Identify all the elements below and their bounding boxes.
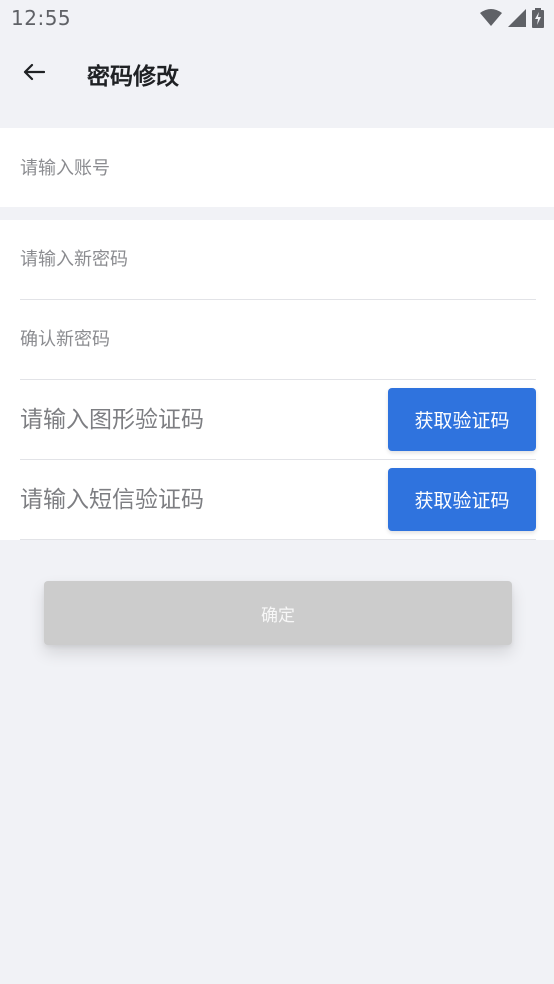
sms-code-row: 获取验证码 [20,460,536,540]
confirm-password-row [20,300,536,380]
status-time: 12:55 [11,6,72,30]
account-section [0,128,554,207]
status-bar: 12:55 [0,0,554,38]
wifi-icon [480,9,502,31]
get-sms-code-button[interactable]: 获取验证码 [388,468,536,531]
new-password-input[interactable] [20,239,360,280]
app-bar: 密码修改 [0,38,554,110]
confirm-password-input[interactable] [20,319,360,360]
image-code-input[interactable] [20,399,360,440]
image-code-row: 获取验证码 [20,380,536,460]
signal-icon [508,9,526,31]
page-title: 密码修改 [87,64,179,90]
confirm-button[interactable]: 确定 [44,581,512,645]
password-section: 获取验证码 获取验证码 [0,220,554,540]
account-row [20,128,536,208]
new-password-row [20,220,536,300]
account-input[interactable] [20,148,360,188]
sms-code-input[interactable] [20,479,360,520]
status-icons [480,8,544,32]
battery-charging-icon [532,8,544,32]
arrow-left-icon [23,63,46,85]
back-button[interactable] [14,56,54,92]
get-image-code-button[interactable]: 获取验证码 [388,388,536,451]
